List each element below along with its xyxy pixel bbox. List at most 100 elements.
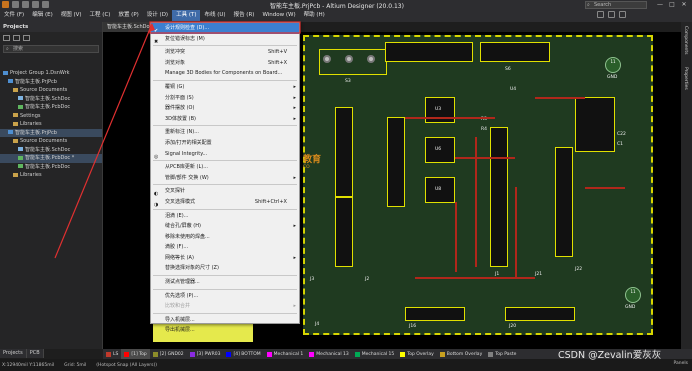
tools-menu-item[interactable]: 重新标注 (N)... xyxy=(151,127,299,138)
menu-9[interactable]: Window (W) xyxy=(258,10,299,21)
projects-search-input[interactable]: ⌕ 搜索 xyxy=(3,45,99,53)
switch-block xyxy=(319,49,387,75)
open-icon[interactable] xyxy=(22,1,29,8)
bell-icon[interactable] xyxy=(608,11,615,18)
menu-10[interactable]: 帮助 (H) xyxy=(300,10,329,21)
tools-menu-item[interactable]: 测试点管理器... xyxy=(151,277,299,288)
document-tab[interactable]: 智能车主板.SchDoc xyxy=(103,22,157,32)
global-search-input[interactable]: ⌕ Search xyxy=(585,1,647,9)
tools-menu-item[interactable]: 器件摆放 (O) ▸ xyxy=(151,103,299,114)
pin-header xyxy=(490,127,508,267)
layer-tab[interactable]: [4] BOTTOM xyxy=(223,349,263,359)
j21-label: J21 xyxy=(535,272,543,277)
redo-icon[interactable] xyxy=(42,1,49,8)
tree-item-label: 智能车主板.SchDoc xyxy=(25,95,71,102)
layer-tab[interactable]: Mechanical 13 xyxy=(306,349,351,359)
tab-components[interactable]: Components xyxy=(683,26,688,54)
tools-menu-item[interactable]: 管脚/部件 交换 (W) ▸ xyxy=(151,173,299,184)
layer-tab-label: [3] PWR03 xyxy=(196,351,221,357)
layer-tab-label: Mechanical 1 xyxy=(273,351,304,357)
minimize-button[interactable]: — xyxy=(654,0,666,9)
tree-item[interactable]: 智能车主板.PrjPcb xyxy=(0,78,102,87)
layer-tab[interactable]: Bottom Overlay xyxy=(437,349,485,359)
tab-properties[interactable]: Properties xyxy=(683,67,688,90)
menu-7[interactable]: 布线 (U) xyxy=(200,10,229,21)
tree-item[interactable]: 智能车主板.SchDoc xyxy=(0,95,102,104)
tools-menu-item[interactable]: 浏览对象 Shift+X xyxy=(151,58,299,69)
open-project-icon[interactable] xyxy=(13,34,20,41)
tree-item[interactable]: Settings xyxy=(0,112,102,121)
tree-item[interactable]: Source Documents xyxy=(0,86,102,95)
undo-icon[interactable] xyxy=(32,1,39,8)
menu-3[interactable]: 工程 (C) xyxy=(86,10,115,21)
tools-menu-item[interactable]: 添加/打开的相关配置 xyxy=(151,138,299,149)
tree-item[interactable]: 智能车主板.PcbDoc * xyxy=(0,154,102,163)
tools-menu-item[interactable]: 优先选项 (P)... xyxy=(151,291,299,302)
tab-projects[interactable]: Projects xyxy=(0,349,27,358)
tools-menu-item[interactable]: 导出机械层... xyxy=(151,325,299,336)
tools-menu-item[interactable]: Manage 3D Bodies for Components on Board… xyxy=(151,68,299,79)
gear-icon[interactable] xyxy=(597,11,604,18)
user-icon[interactable] xyxy=(619,11,626,18)
new-project-icon[interactable] xyxy=(3,34,10,41)
menu-2[interactable]: 视图 (V) xyxy=(57,10,86,21)
copper-trace xyxy=(535,97,585,99)
menu-8[interactable]: 报告 (R) xyxy=(230,10,259,21)
menu-6[interactable]: 工具 (T) xyxy=(172,10,201,21)
tools-menu-item[interactable]: 泪滴 (E)... xyxy=(151,211,299,222)
menu-item-label: 导入机械层... xyxy=(165,316,195,323)
layer-tab[interactable]: Top Overlay xyxy=(397,349,437,359)
layer-tab[interactable]: Mechanical 15 xyxy=(352,349,397,359)
save-icon[interactable] xyxy=(12,1,19,8)
tree-item[interactable]: 智能车主板.PcbDoc xyxy=(0,103,102,112)
menu-item-label: 导出机械层... xyxy=(165,327,195,334)
close-button[interactable]: ✕ xyxy=(678,0,690,9)
tree-item[interactable]: 智能车主板.PcbDoc xyxy=(0,163,102,172)
app-logo-icon xyxy=(2,1,9,8)
c22-label: C22 xyxy=(617,132,626,137)
menu-4[interactable]: 放置 (P) xyxy=(114,10,142,21)
menu-item-label: 缝合孔/屏蔽 (H) xyxy=(165,223,201,230)
tools-menu-item[interactable]: 从PCB库更新 (L)... xyxy=(151,162,299,173)
maximize-button[interactable]: □ xyxy=(666,0,678,9)
menu-1[interactable]: 编辑 (E) xyxy=(28,10,57,21)
layer-tab[interactable]: [3] PWR03 xyxy=(187,349,224,359)
tools-menu-item[interactable]: 3D体放置 (B) ▸ xyxy=(151,114,299,125)
menu-item-label: 浏览冲突 xyxy=(165,49,186,56)
tools-menu-item[interactable]: 导入机械层... xyxy=(151,315,299,326)
layer-tab[interactable]: [1] Top xyxy=(121,349,150,359)
tools-menu-item[interactable]: 浏览冲突 Shift+V xyxy=(151,47,299,58)
corner-mount-hole: 11 xyxy=(605,57,621,73)
menu-0[interactable]: 文件 (F) xyxy=(0,10,28,21)
tools-menu-item[interactable]: 分割平面 (S) ▸ xyxy=(151,93,299,104)
settings-icon[interactable] xyxy=(23,34,30,41)
tree-item[interactable]: 智能车主板.PrjPcb xyxy=(0,128,102,137)
tree-item[interactable]: 智能车主板.SchDoc xyxy=(0,146,102,155)
menu-5[interactable]: 设计 (D) xyxy=(143,10,172,21)
tools-menu-item[interactable]: ✖ 复位错误标志 (M) xyxy=(151,34,299,45)
tree-item[interactable]: Project Group 1.DsnWrk xyxy=(0,69,102,78)
tools-menu-item[interactable]: 覆铜 (G) ▸ xyxy=(151,82,299,93)
menu-item-icon: ◑ xyxy=(154,201,159,208)
layer-tab[interactable]: LS xyxy=(103,349,121,359)
tools-menu-item[interactable]: ✔ 设计规则检查 (D)... xyxy=(151,23,299,34)
tools-menu-item[interactable]: 移除未使用的焊盘... xyxy=(151,232,299,243)
tree-item[interactable]: Libraries xyxy=(0,171,102,180)
j3-label: J3 xyxy=(310,277,315,282)
tools-menu-item[interactable]: ◎ Signal Integrity... xyxy=(151,149,299,160)
tree-item[interactable]: Source Documents xyxy=(0,137,102,146)
layer-tab[interactable]: [2] GND02 xyxy=(150,349,187,359)
tools-menu-item[interactable]: 网络等长 (A) ▸ xyxy=(151,253,299,264)
layer-tab[interactable]: Top Paste xyxy=(485,349,519,359)
tools-menu-item[interactable]: ◐ 交叉探针 xyxy=(151,186,299,197)
folder-icon xyxy=(13,87,18,92)
tree-item[interactable]: Libraries xyxy=(0,120,102,129)
tab-pcb[interactable]: PCB xyxy=(26,349,44,358)
tools-menu-item[interactable]: 替换选择对象的尺寸 (Z) xyxy=(151,263,299,274)
tools-menu-item[interactable]: 缝合孔/屏蔽 (H) ▸ xyxy=(151,221,299,232)
tools-menu-item[interactable]: ◑ 交叉选择模式 Shift+Ctrl+X xyxy=(151,197,299,208)
layer-tab[interactable]: Mechanical 1 xyxy=(264,349,307,359)
panels-button[interactable]: Panels xyxy=(674,361,688,366)
corner-mount-hole: 11 xyxy=(625,287,641,303)
tools-menu-item[interactable]: 滴胶 (F)... xyxy=(151,242,299,253)
